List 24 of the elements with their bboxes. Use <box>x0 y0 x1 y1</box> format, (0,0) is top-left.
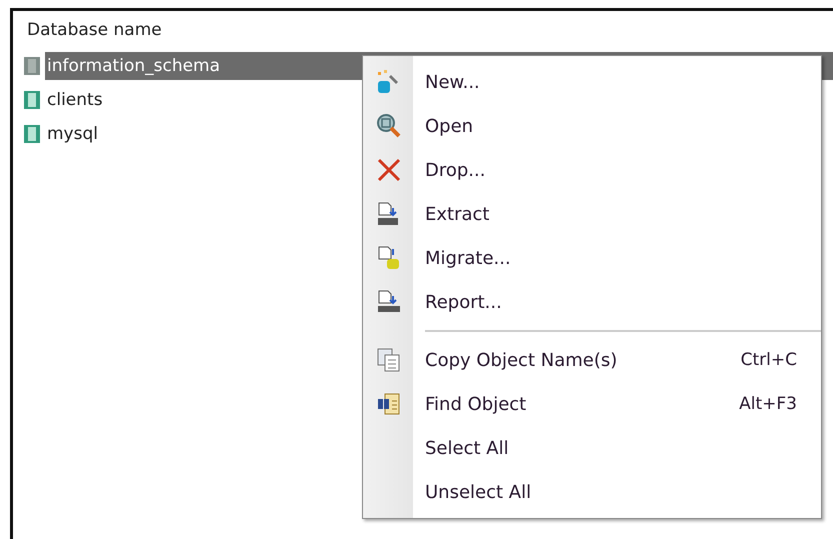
menu-item[interactable]: New... <box>363 60 821 104</box>
binoculars-document-icon <box>376 391 402 417</box>
close-icon <box>376 157 402 183</box>
menu-item[interactable]: Migrate... <box>363 236 821 280</box>
menu-item[interactable]: Select All <box>363 426 821 470</box>
menu-item[interactable]: Report... <box>363 280 821 324</box>
column-header: Database name <box>26 19 163 42</box>
menu-item[interactable]: Extract <box>363 192 821 236</box>
database-name[interactable]: clients <box>45 86 109 114</box>
search-icon <box>376 113 402 139</box>
database-icon <box>23 90 41 110</box>
document-database-icon <box>376 245 402 271</box>
menu-item[interactable]: Unselect All <box>363 470 821 514</box>
document-arrow-icon <box>376 289 402 315</box>
menu-item[interactable]: Find Object Alt+F3 <box>363 382 821 426</box>
database-name[interactable]: mysql <box>45 120 104 148</box>
menu-item[interactable]: Open <box>363 104 821 148</box>
menu-item[interactable]: Drop... <box>363 148 821 192</box>
menu-item[interactable]: Copy Object Name(s) Ctrl+C <box>363 338 821 382</box>
copy-icon <box>376 347 402 373</box>
shortcut-label: Alt+F3 <box>739 394 798 414</box>
database-icon <box>23 124 41 144</box>
database-icon <box>23 56 41 76</box>
shortcut-label: Ctrl+C <box>740 350 798 370</box>
